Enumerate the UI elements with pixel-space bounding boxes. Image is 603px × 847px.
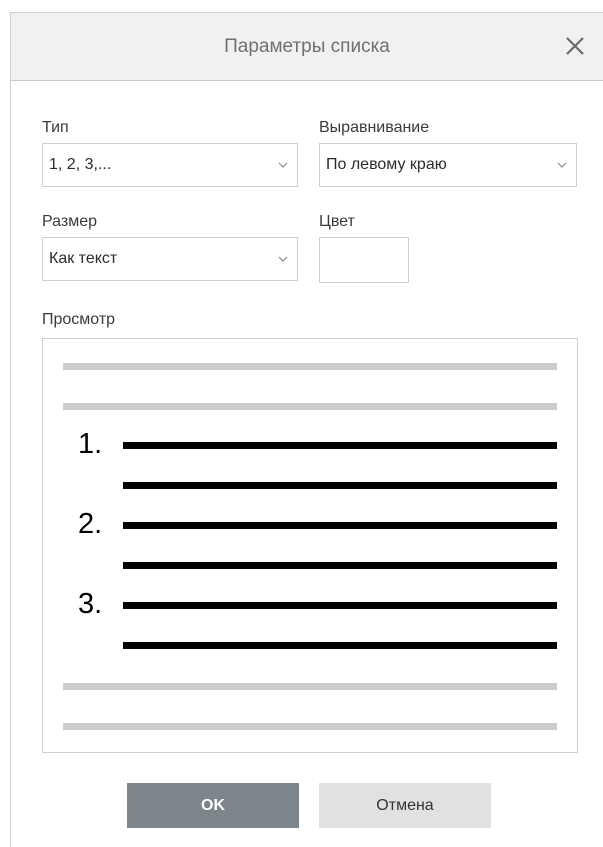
preview-number-2: 2. <box>78 508 103 540</box>
alignment-select[interactable]: По левому краю <box>319 143 577 187</box>
preview-list-line <box>123 642 557 649</box>
type-label: Тип <box>42 119 69 136</box>
preview-list-line <box>123 602 557 609</box>
dialog-titlebar[interactable]: Параметры списка <box>11 13 603 81</box>
preview-placeholder-line <box>63 723 557 730</box>
list-preview: 1. 2. 3. <box>42 338 578 753</box>
preview-placeholder-line <box>63 683 557 690</box>
dialog-title: Параметры списка <box>224 36 390 57</box>
chevron-down-icon <box>278 162 288 168</box>
preview-list-line <box>123 562 557 569</box>
size-select-value: Как текст <box>49 250 118 267</box>
chevron-down-icon <box>278 256 288 262</box>
alignment-select-value: По левому краю <box>326 156 447 173</box>
preview-placeholder-line <box>63 363 557 370</box>
preview-list-line <box>123 482 557 489</box>
cancel-button[interactable]: Отмена <box>319 783 491 828</box>
type-select[interactable]: 1, 2, 3,... <box>42 143 298 187</box>
color-picker-button[interactable] <box>319 237 409 283</box>
list-settings-dialog: Параметры списка Тип 1, 2, 3,... Выравни… <box>10 12 603 847</box>
preview-list-line <box>123 522 557 529</box>
size-select[interactable]: Как текст <box>42 237 298 281</box>
preview-number-3: 3. <box>78 588 103 620</box>
close-button[interactable] <box>561 32 589 60</box>
ok-button[interactable]: OK <box>127 783 299 828</box>
close-icon <box>566 37 584 55</box>
alignment-label: Выравнивание <box>319 119 430 136</box>
color-label: Цвет <box>319 213 355 230</box>
preview-list-line <box>123 442 557 449</box>
preview-number-1: 1. <box>78 428 103 460</box>
chevron-down-icon <box>557 162 567 168</box>
preview-placeholder-line <box>63 403 557 410</box>
preview-label: Просмотр <box>42 311 116 328</box>
type-select-value: 1, 2, 3,... <box>49 156 112 173</box>
size-label: Размер <box>42 213 97 230</box>
